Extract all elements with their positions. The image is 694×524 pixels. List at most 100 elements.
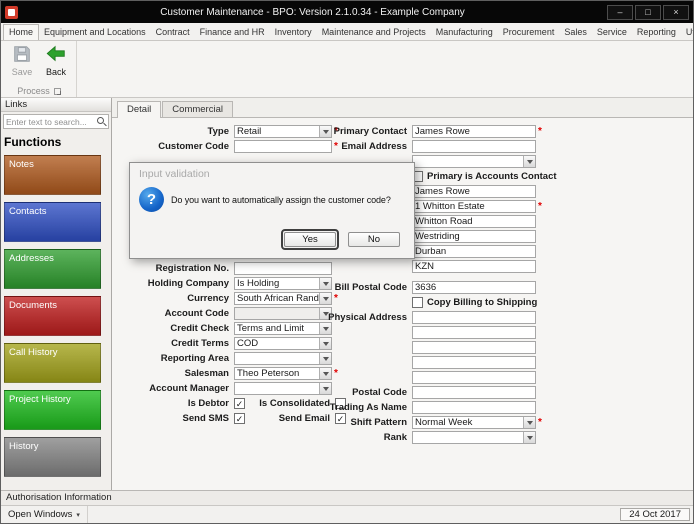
sidebar-item-documents[interactable]: Documents	[4, 296, 101, 336]
ribbon-tab-equipment-and-locations[interactable]: Equipment and Locations	[39, 25, 151, 40]
postal-code-field[interactable]	[412, 386, 536, 399]
field-label: Shift Pattern	[326, 417, 410, 428]
customer-code-field[interactable]	[234, 140, 332, 153]
required-marker: *	[538, 201, 542, 212]
minimize-icon[interactable]: –	[607, 5, 633, 20]
ribbon-tab-service[interactable]: Service	[592, 25, 632, 40]
back-button[interactable]: Back	[40, 42, 72, 85]
credit-terms-dropdown[interactable]: COD	[234, 337, 332, 350]
open-windows-label: Open Windows	[8, 509, 72, 520]
billing-address-line-1-field[interactable]: 1 Whitton Estate	[412, 200, 536, 213]
field-label: Holding Company	[114, 278, 232, 289]
titlebar: Customer Maintenance - BPO: Version 2.1.…	[1, 1, 693, 23]
type-dropdown[interactable]: Retail	[234, 125, 332, 138]
search-icon[interactable]	[96, 116, 107, 127]
dialog-message: Do you want to automatically assign the …	[171, 195, 391, 205]
send-sms-checkbox[interactable]	[234, 413, 245, 424]
search-box	[3, 114, 109, 129]
group-dialog-launcher-icon[interactable]	[54, 88, 61, 95]
billing-address-line-4-field[interactable]: Durban	[412, 245, 536, 258]
form-row: Copy Billing to Shipping	[326, 295, 626, 310]
form-row: Trading As Name	[326, 400, 626, 415]
currency-dropdown[interactable]: South African Rand	[234, 292, 332, 305]
form-row: KZN	[326, 259, 626, 274]
unlabeled-dropdown[interactable]	[412, 155, 536, 168]
ribbon-tab-manufacturing[interactable]: Manufacturing	[431, 25, 498, 40]
sidebar-item-history[interactable]: History	[4, 437, 101, 477]
billing-address-line-3-field[interactable]: Westriding	[412, 230, 536, 243]
ribbon-tab-contract[interactable]: Contract	[151, 25, 195, 40]
credit-check-dropdown[interactable]: Terms and Limit	[234, 322, 332, 335]
credit-terms-value: COD	[235, 338, 319, 349]
save-button[interactable]: Save	[6, 42, 38, 85]
sidebar-item-addresses[interactable]: Addresses	[4, 249, 101, 289]
ribbon-tab-sales[interactable]: Sales	[559, 25, 592, 40]
billing-address-line-2-field[interactable]: Whitton Road	[412, 215, 536, 228]
dialog-body: ? Do you want to automatically assign th…	[130, 182, 414, 212]
physical-address-line-1-field[interactable]	[412, 311, 536, 324]
salesman-dropdown[interactable]: Theo Peterson	[234, 367, 332, 380]
field-label: Bill Postal Code	[326, 282, 410, 293]
field-label: Registration No.	[114, 263, 232, 274]
detail-panel: Detail Commercial Type Retail * Cu	[112, 98, 693, 490]
tab-commercial[interactable]: Commercial	[162, 101, 233, 117]
authorisation-information-bar[interactable]: Authorisation Information	[1, 490, 693, 505]
physical-address-line-2-field[interactable]	[412, 326, 536, 339]
field-label: Account Code	[114, 308, 232, 319]
form-row	[326, 355, 626, 370]
sidebar-item-notes[interactable]: Notes	[4, 155, 101, 195]
window-title: Customer Maintenance - BPO: Version 2.1.…	[18, 7, 607, 18]
search-input[interactable]	[4, 117, 96, 127]
sidebar-item-project-history[interactable]: Project History	[4, 390, 101, 430]
physical-address-line-3-field[interactable]	[412, 341, 536, 354]
physical-address-line-5-field[interactable]	[412, 371, 536, 384]
no-button[interactable]: No	[348, 232, 400, 247]
ribbon-tab-finance-and-hr[interactable]: Finance and HR	[195, 25, 270, 40]
chevron-down-icon[interactable]	[523, 156, 535, 167]
bill-postal-code-field[interactable]: 3636	[412, 281, 536, 294]
content-tab-strip: Detail Commercial	[112, 98, 693, 118]
is-debtor-checkbox[interactable]	[234, 398, 245, 409]
main-area: Links Functions Notes Contacts Addresses…	[1, 98, 693, 490]
ribbon-tab-maintenance-and-projects[interactable]: Maintenance and Projects	[317, 25, 431, 40]
open-windows-button[interactable]: Open Windows ▾	[1, 506, 88, 523]
field-label: Account Manager	[114, 383, 232, 394]
sidebar-item-contacts[interactable]: Contacts	[4, 202, 101, 242]
trading-as-name-field[interactable]	[412, 401, 536, 414]
authorisation-information-label: Authorisation Information	[6, 492, 112, 503]
primary-contact-field[interactable]: James Rowe	[412, 125, 536, 138]
copy-billing-to-shipping-checkbox[interactable]	[412, 297, 423, 308]
account-manager-dropdown[interactable]	[234, 382, 332, 395]
registration-no-field[interactable]	[234, 262, 332, 275]
accounts-contact-field[interactable]: James Rowe	[412, 185, 536, 198]
holding-company-dropdown[interactable]: Is Holding	[234, 277, 332, 290]
close-icon[interactable]: ×	[663, 5, 689, 20]
field-label: Customer Code	[114, 141, 232, 152]
shift-pattern-dropdown[interactable]: Normal Week	[412, 416, 536, 429]
physical-address-line-4-field[interactable]	[412, 356, 536, 369]
tab-detail[interactable]: Detail	[117, 101, 161, 118]
chevron-down-icon[interactable]	[523, 417, 535, 428]
billing-address-line-5-field[interactable]: KZN	[412, 260, 536, 273]
ribbon-tab-reporting[interactable]: Reporting	[632, 25, 681, 40]
ribbon-tab-inventory[interactable]: Inventory	[270, 25, 317, 40]
reporting-area-dropdown[interactable]	[234, 352, 332, 365]
rank-dropdown[interactable]	[412, 431, 536, 444]
back-arrow-icon	[45, 43, 67, 65]
save-floppy-icon	[11, 43, 33, 65]
process-group: Save Back Process	[3, 41, 77, 97]
status-date: 24 Oct 2017	[620, 508, 690, 521]
field-label: Postal Code	[326, 387, 410, 398]
process-group-buttons: Save Back	[3, 41, 76, 86]
links-panel-header: Links	[1, 98, 111, 112]
field-label: Credit Check	[114, 323, 232, 334]
yes-button[interactable]: Yes	[284, 232, 336, 247]
ribbon-tab-home[interactable]: Home	[3, 24, 39, 41]
chevron-down-icon[interactable]	[523, 432, 535, 443]
ribbon-tab-utilities[interactable]: Utilities	[681, 25, 693, 40]
email-address-field[interactable]	[412, 140, 536, 153]
maximize-icon[interactable]: □	[635, 5, 661, 20]
save-button-label: Save	[12, 67, 33, 77]
sidebar-item-call-history[interactable]: Call History	[4, 343, 101, 383]
ribbon-tab-procurement[interactable]: Procurement	[498, 25, 560, 40]
